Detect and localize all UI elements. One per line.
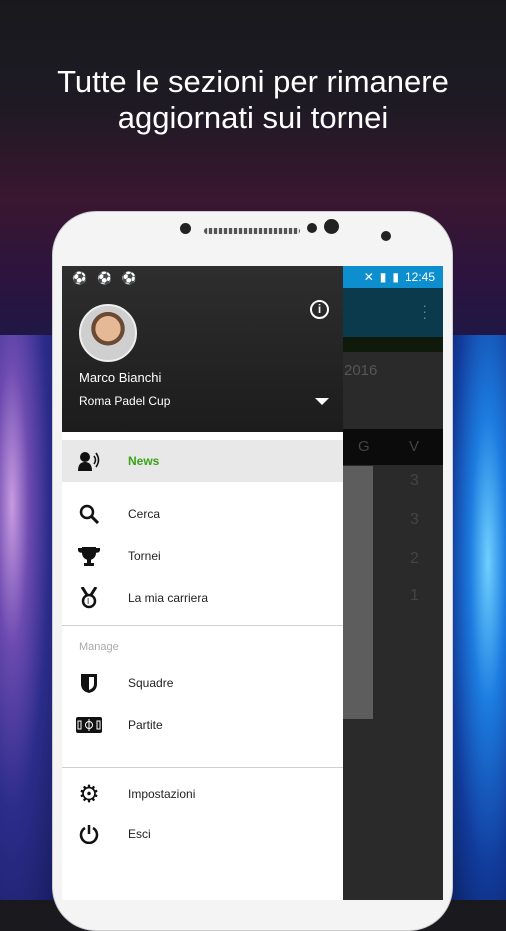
background-art-right	[446, 335, 506, 900]
status-time: 12:45	[404, 270, 435, 284]
trophy-icon	[62, 546, 128, 566]
app-toolbar: · · ·	[343, 288, 443, 337]
section-header-manage: Manage	[79, 641, 119, 653]
drawer-item-news[interactable]: News	[62, 440, 343, 482]
power-icon	[62, 824, 128, 844]
gear-icon: ⚙	[78, 780, 100, 808]
phone-sensor	[307, 223, 317, 233]
status-bar: ✕ ▮ ▮ 12:45	[343, 266, 443, 288]
drawer-item-partite[interactable]: Partite	[62, 704, 343, 746]
phone-speaker	[204, 228, 300, 234]
drawer-item-label: Tornei	[128, 549, 161, 563]
mute-icon: ✕	[363, 270, 374, 284]
drawer-item-label: Impostazioni	[128, 787, 196, 801]
tab-strip	[343, 337, 443, 352]
background-dialog	[343, 466, 373, 719]
drawer-header: ⚽⚽⚽ i Marco Bianchi Roma Padel Cup	[62, 266, 343, 432]
drawer-item-label: Esci	[128, 827, 151, 841]
headline: Tutte le sezioni per rimanere aggiornati…	[0, 64, 506, 136]
column-g: G	[358, 438, 370, 455]
drawer-item-label: Cerca	[128, 507, 161, 521]
screen: ✕ ▮ ▮ 12:45 · · · 2016 G V 3 3 2 1 ⚽⚽⚽ i M…	[62, 266, 443, 900]
table-header: G V	[343, 429, 443, 465]
divider	[62, 767, 343, 768]
news-speaker-icon	[62, 451, 128, 471]
season-year: 2016	[344, 362, 378, 379]
divider	[62, 625, 343, 626]
dropdown-arrow-icon[interactable]	[315, 398, 329, 405]
svg-text:I: I	[87, 597, 89, 606]
drawer-item-label: La mia carriera	[128, 591, 209, 605]
info-icon[interactable]: i	[310, 300, 329, 319]
headline-line-1: Tutte le sezioni per rimanere	[57, 64, 449, 99]
drawer-item-cerca[interactable]: Cerca	[62, 493, 343, 535]
drawer-item-esci[interactable]: Esci	[62, 813, 343, 855]
table-cell: 1	[410, 587, 419, 604]
table-cell: 2	[410, 550, 419, 567]
headline-line-2: aggiornati sui tornei	[117, 100, 389, 135]
drawer-item-tornei[interactable]: Tornei	[62, 535, 343, 577]
overflow-menu-icon[interactable]: · · ·	[422, 298, 427, 324]
notification-ball-icons: ⚽⚽⚽	[72, 271, 147, 285]
search-icon	[62, 504, 128, 524]
drawer-item-label: Partite	[128, 718, 163, 732]
column-v: V	[409, 438, 420, 455]
shield-icon	[62, 673, 128, 694]
signal-icon: ▮	[379, 270, 387, 284]
drawer-item-label: Squadre	[128, 676, 174, 690]
phone-camera	[324, 219, 339, 234]
field-icon	[62, 717, 128, 733]
drawer-item-carriera[interactable]: I La mia carriera	[62, 577, 343, 619]
table-cell: 3	[410, 511, 419, 528]
table-cell: 3	[410, 472, 419, 489]
background-art-left	[0, 335, 60, 900]
avatar[interactable]	[79, 304, 137, 362]
phone-sensor	[381, 231, 391, 241]
user-name: Marco Bianchi	[79, 370, 162, 385]
phone-sensor	[180, 223, 191, 234]
tournament-selector[interactable]: Roma Padel Cup	[79, 394, 170, 408]
drawer-item-label: News	[128, 454, 160, 468]
drawer-item-impostazioni[interactable]: ⚙ Impostazioni	[62, 773, 343, 815]
drawer-item-squadre[interactable]: Squadre	[62, 662, 343, 704]
battery-icon: ▮	[392, 270, 399, 284]
medal-icon: I	[62, 587, 128, 609]
navigation-drawer: ⚽⚽⚽ i Marco Bianchi Roma Padel Cup News …	[62, 266, 343, 900]
